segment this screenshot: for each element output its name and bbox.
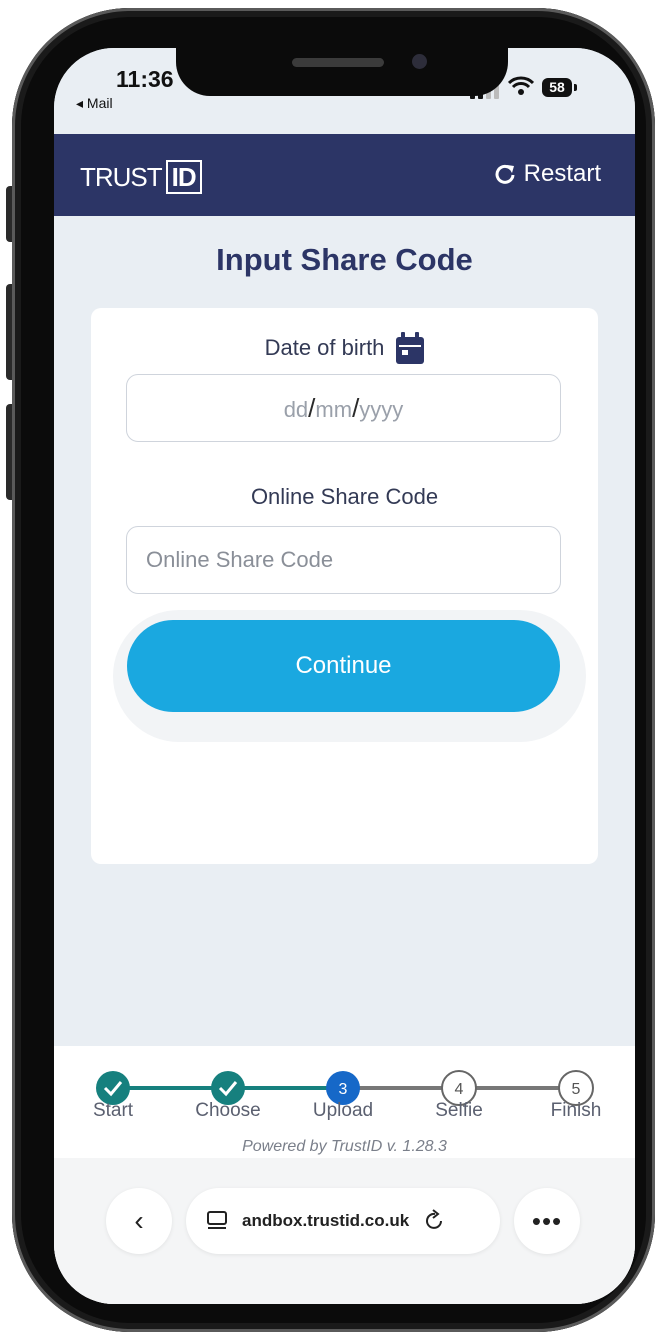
front-camera	[412, 54, 427, 69]
trustid-logo: TRUST ID	[80, 160, 202, 194]
more-options-button[interactable]: •••	[514, 1188, 580, 1254]
ellipsis-icon: •••	[531, 1205, 563, 1236]
date-of-birth-input[interactable]: dd/mm/yyyy	[126, 374, 561, 442]
step-label-selfie: Selfie	[435, 1100, 483, 1121]
logo-box-text: ID	[165, 160, 202, 194]
reload-icon[interactable]	[423, 1209, 447, 1233]
restart-icon	[495, 164, 515, 184]
phone-screen: 11:36 ◂ Mail 58 TRUST ID Restart Input S…	[54, 48, 635, 1304]
step-5-number: 5	[572, 1081, 581, 1098]
url-text: andbox.trustid.co.uk	[242, 1211, 410, 1230]
notch	[176, 48, 508, 96]
continue-button[interactable]: Continue	[127, 620, 560, 712]
restart-label: Restart	[523, 160, 601, 187]
dob-label-row: Date of birth	[91, 332, 598, 364]
step-label-choose: Choose	[195, 1100, 261, 1121]
speaker	[292, 58, 384, 67]
back-chevron-icon: ‹	[134, 1205, 144, 1236]
reader-view-icon	[207, 1211, 227, 1229]
share-code-label: Online Share Code	[250, 484, 439, 509]
address-bar[interactable]: andbox.trustid.co.uk	[186, 1188, 500, 1254]
browser-back-button[interactable]: ‹	[106, 1188, 172, 1254]
logo-text: TRUST	[80, 161, 163, 192]
wifi-icon	[507, 76, 535, 102]
powered-by-text: Powered by TrustID v. 1.28.3	[242, 1138, 447, 1155]
browser-toolbar: ‹ andbox.trustid.co.uk •••	[54, 1158, 635, 1304]
share-code-form: Date of birth dd/mm/yyyy Online Share Co…	[91, 308, 598, 864]
dob-month-placeholder: mm	[315, 397, 353, 422]
dob-label: Date of birth	[264, 335, 385, 360]
battery-indicator: 58	[542, 78, 577, 97]
status-time: 11:36	[116, 66, 174, 92]
restart-button[interactable]: Restart	[494, 160, 601, 188]
step-4-number: 4	[455, 1081, 464, 1098]
dob-day-placeholder: dd	[283, 397, 309, 422]
step-label-finish: Finish	[550, 1100, 602, 1121]
app-header: TRUST ID Restart	[54, 134, 635, 216]
back-to-mail-link[interactable]: ◂ Mail	[76, 95, 113, 112]
step-label-start: Start	[92, 1100, 134, 1121]
step-label-upload: Upload	[312, 1100, 374, 1121]
share-code-input[interactable]: Online Share Code	[126, 526, 561, 594]
calendar-icon	[396, 332, 425, 364]
page-title: Input Share Code	[216, 242, 473, 277]
dob-year-placeholder: yyyy	[359, 397, 404, 422]
step-3-number: 3	[339, 1081, 348, 1098]
